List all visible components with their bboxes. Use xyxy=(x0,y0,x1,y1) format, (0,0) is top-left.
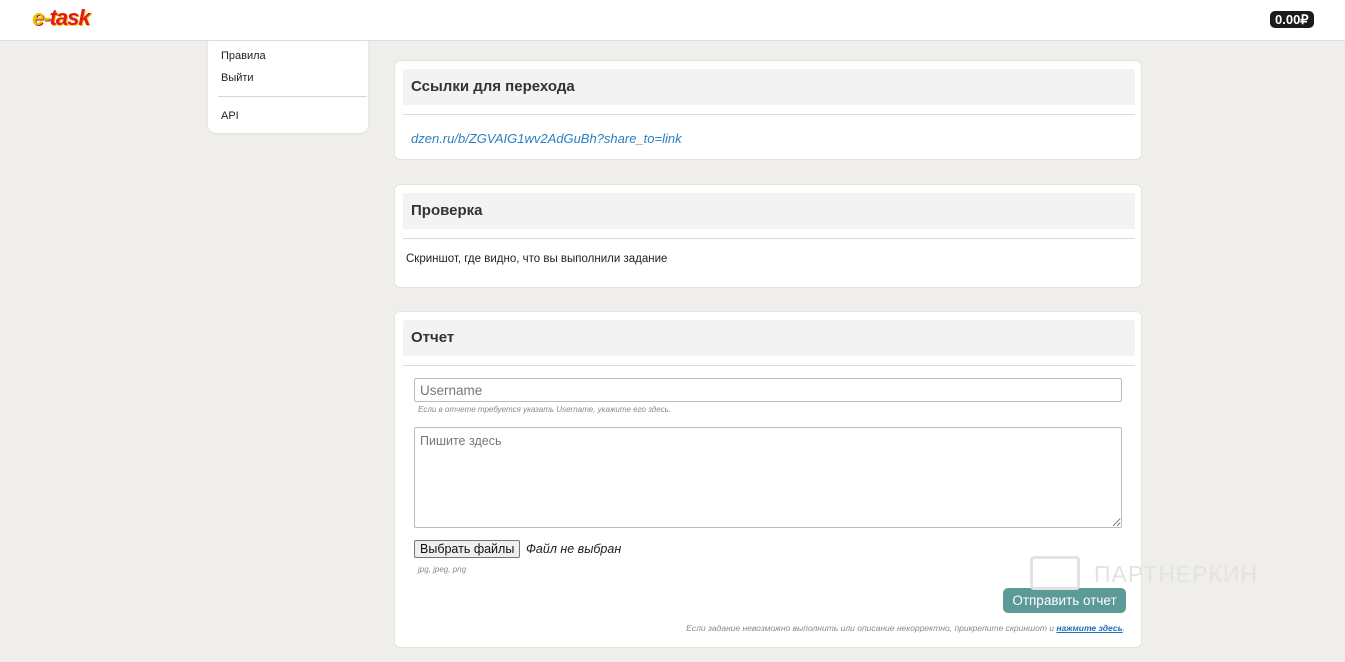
choose-files-button[interactable]: Выбрать файлы xyxy=(414,540,521,558)
top-bar: e-task 0.00₽ xyxy=(0,0,1345,41)
balance-badge[interactable]: 0.00₽ xyxy=(1270,11,1314,28)
report-problem-note: Если задание невозможно выполнить или оп… xyxy=(686,623,1125,633)
watermark-logo-icon xyxy=(1030,556,1080,590)
username-hint: Если в отчете требуется указать Username… xyxy=(418,405,671,414)
sidebar-item-rules[interactable]: Правила xyxy=(221,50,266,62)
submit-report-button[interactable]: Отправить отчет xyxy=(1003,588,1126,613)
file-status: Файл не выбран xyxy=(526,542,622,556)
report-problem-link[interactable]: нажмите здесь xyxy=(1056,623,1122,633)
etask-logo[interactable]: e-task xyxy=(32,5,91,31)
check-card: Проверка Скриншот, где видно, что вы вып… xyxy=(394,184,1142,288)
check-instructions: Скриншот, где видно, что вы выполнили за… xyxy=(406,253,668,265)
sidebar-item-logout[interactable]: Выйти xyxy=(221,72,254,84)
check-card-title: Проверка xyxy=(403,193,1135,229)
sidebar-divider xyxy=(218,96,367,97)
report-card: Отчет Если в отчете требуется указать Us… xyxy=(394,311,1142,648)
links-card-title: Ссылки для перехода xyxy=(403,69,1135,105)
logo-task: task xyxy=(49,5,91,30)
links-card: Ссылки для перехода dzen.ru/b/ZGVAIG1wv2… xyxy=(394,60,1142,160)
links-card-divider xyxy=(403,114,1135,115)
report-card-divider xyxy=(403,365,1135,366)
report-textarea[interactable] xyxy=(414,427,1122,528)
task-link[interactable]: dzen.ru/b/ZGVAIG1wv2AdGuBh?share_to=link xyxy=(411,131,682,146)
check-card-divider xyxy=(403,238,1135,239)
logo-e: e- xyxy=(32,5,51,30)
file-types-hint: jpg, jpeg, png xyxy=(418,565,467,574)
report-card-title: Отчет xyxy=(403,320,1135,356)
report-problem-end: . xyxy=(1122,623,1125,633)
watermark-text: ПАРТНЕРКИН xyxy=(1094,561,1259,587)
username-input[interactable] xyxy=(414,378,1122,402)
sidebar-item-api[interactable]: API xyxy=(221,110,239,122)
sidebar-menu: Правила Выйти API xyxy=(208,41,368,133)
report-problem-text: Если задание невозможно выполнить или оп… xyxy=(686,623,1055,633)
